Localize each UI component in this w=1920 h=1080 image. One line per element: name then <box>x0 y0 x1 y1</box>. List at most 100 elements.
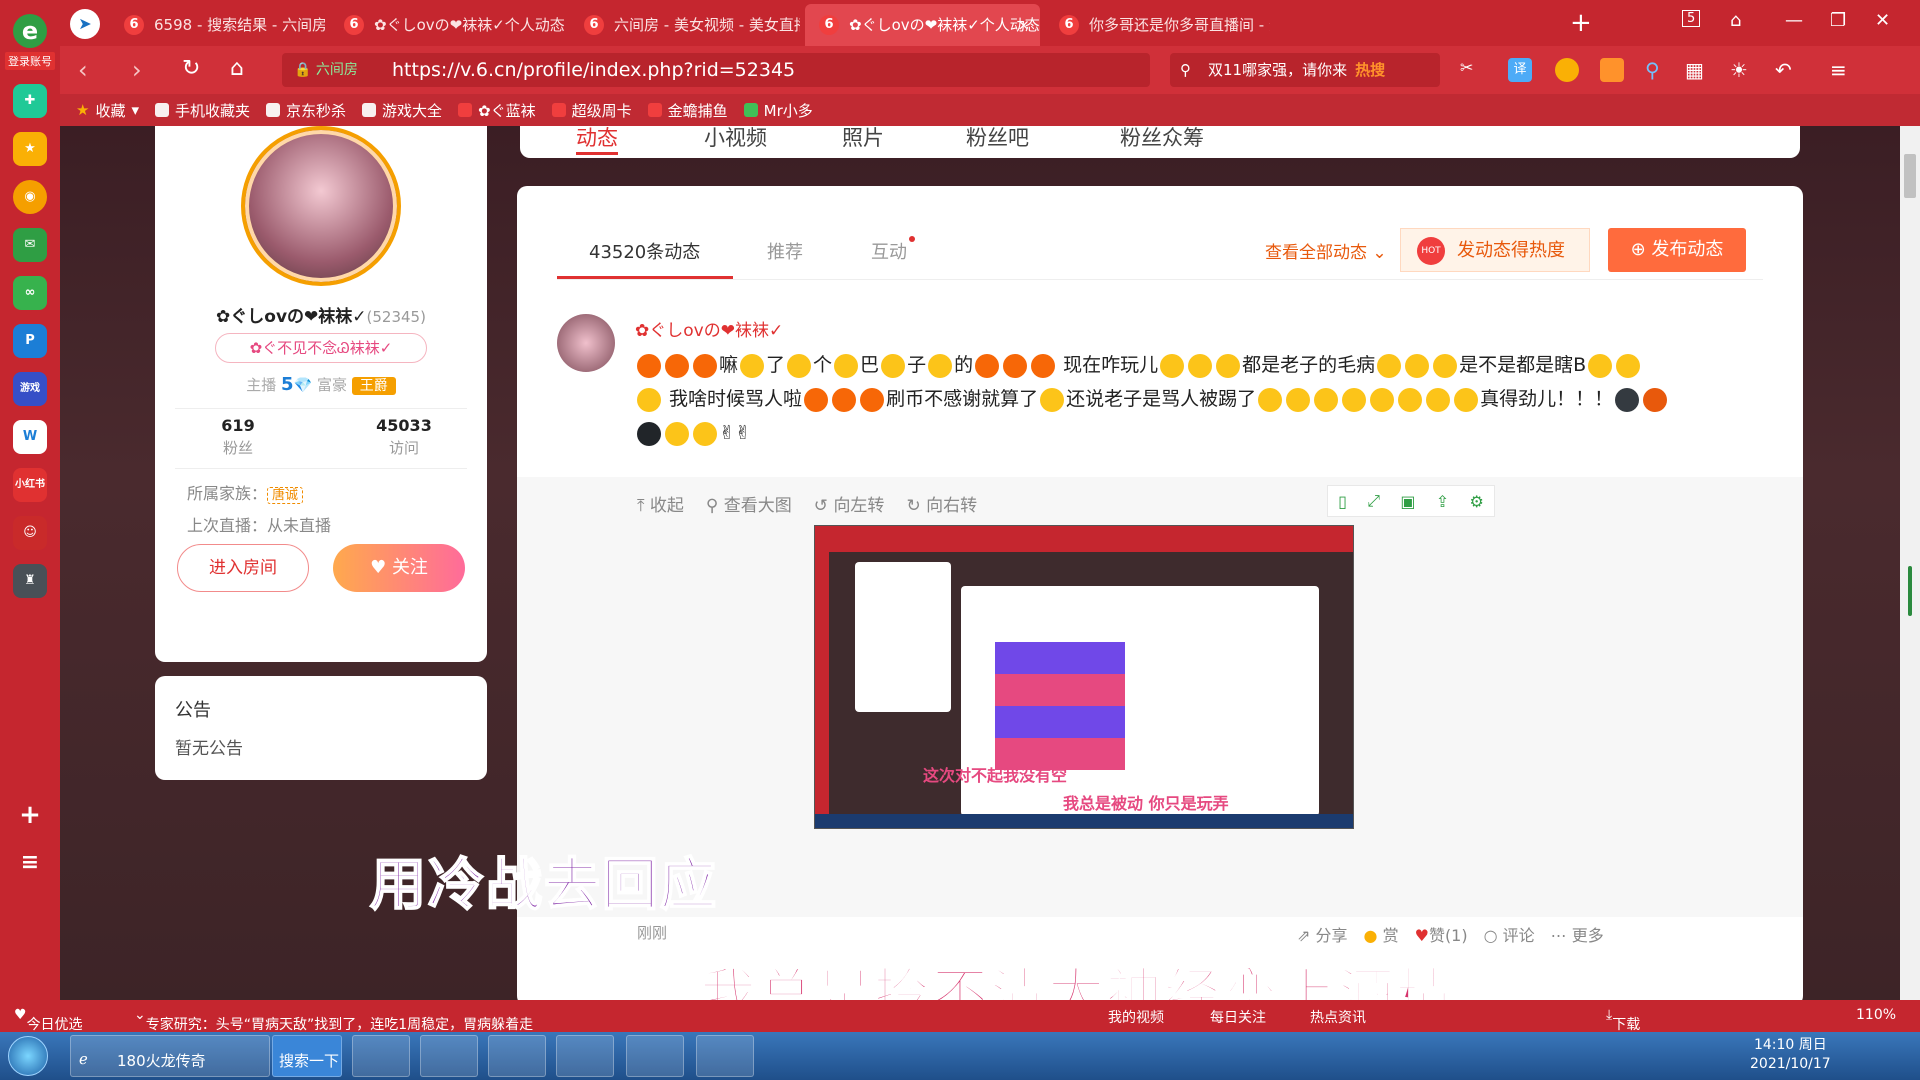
game-icon[interactable] <box>1600 58 1624 82</box>
nav-dynamic[interactable]: 动态 <box>576 126 618 155</box>
collapse-button[interactable]: ⤒ 收起 <box>637 491 684 516</box>
game-box-icon[interactable]: 游戏 <box>13 372 47 406</box>
bookmark-item[interactable]: 京东秒杀 <box>266 100 346 121</box>
nav-short-video[interactable]: 小视频 <box>704 126 767 152</box>
grid-icon[interactable]: ▦ <box>1685 58 1709 82</box>
view-all-dropdown[interactable]: 查看全部动态 ⌄ <box>1265 238 1387 263</box>
xiaohongshu-icon[interactable]: 小红书 <box>13 468 47 502</box>
nav-fan-crowdfunding[interactable]: 粉丝众筹 <box>1120 126 1204 152</box>
comment-button[interactable]: ○ 评论 <box>1484 922 1535 946</box>
hot-news-link[interactable]: 热点资讯 <box>1310 1007 1366 1027</box>
reward-button[interactable]: ● 赏 <box>1364 922 1399 946</box>
back-icon[interactable]: ‹ <box>78 56 88 84</box>
scrollbar-thumb[interactable] <box>1904 154 1916 198</box>
tab-live-room[interactable]: 6 你多哥还是你多哥直播间 - 影 <box>1045 4 1270 46</box>
plus-sidebar-icon[interactable]: ✚ <box>13 84 47 118</box>
close-window-icon[interactable]: ✕ <box>1875 10 1890 31</box>
tab-profile-active[interactable]: 6 ✿ぐしovの❤袜袜✓个人动态 - × <box>805 4 1040 46</box>
bookmark-favorites[interactable]: ★ 收藏 ▾ <box>76 100 139 121</box>
daily-follow-link[interactable]: 每日关注 <box>1210 1007 1266 1027</box>
follow-button[interactable]: ♥ 关注 <box>333 544 465 592</box>
bookmark-item[interactable]: 游戏大全 <box>362 100 442 121</box>
coin-icon[interactable] <box>1555 58 1579 82</box>
vertical-scrollbar[interactable] <box>1900 126 1920 1000</box>
word-icon[interactable]: W <box>13 420 47 454</box>
fullscreen-icon[interactable]: ⤢ <box>1367 491 1380 511</box>
view-large-button[interactable]: ⚲ 查看大图 <box>706 491 792 516</box>
add-icon[interactable]: + <box>13 798 47 832</box>
save-icon[interactable]: ▣ <box>1400 492 1415 511</box>
today-picks[interactable]: ♥ 今日优选 <box>14 1007 83 1033</box>
tab-interaction[interactable]: 互动 <box>871 238 907 264</box>
bookmark-item[interactable]: Mr小多 <box>743 100 813 121</box>
taskbar-app-game[interactable]: ℯ 180火龙传奇 <box>70 1035 270 1077</box>
navigation-compass-icon[interactable]: ➤ <box>70 9 100 39</box>
star-sidebar-icon[interactable]: ★ <box>13 132 47 166</box>
tab-search-results[interactable]: 6 6598 - 搜索结果 - 六间房秀 <box>110 4 325 46</box>
taskbar-ie-icon[interactable] <box>420 1035 478 1077</box>
search-input[interactable]: ⚲ 双11哪家强，请你来 热搜 <box>1170 53 1440 87</box>
enter-room-button[interactable]: 进入房间 <box>177 544 309 592</box>
restore-icon[interactable]: ❐ <box>1830 10 1846 31</box>
find-icon[interactable]: ⚲ <box>1645 58 1669 82</box>
taskbar-k-icon[interactable] <box>352 1035 410 1077</box>
tab-six-rooms[interactable]: 6 六间房 - 美女视频 - 美女直播 <box>570 4 800 46</box>
tab-recommended[interactable]: 推荐 <box>767 238 803 264</box>
more-button[interactable]: ⋯ 更多 <box>1551 922 1604 946</box>
bookmark-icon[interactable]: ▯ <box>1338 492 1347 511</box>
pdf-icon[interactable]: P <box>13 324 47 358</box>
taskbar-folder-icon[interactable] <box>488 1035 546 1077</box>
weibo-icon[interactable]: ◉ <box>13 180 47 214</box>
link-icon[interactable]: ∞ <box>13 276 47 310</box>
forward-icon[interactable]: › <box>132 56 142 84</box>
taskbar-avatar-icon[interactable] <box>696 1035 754 1077</box>
refresh-icon[interactable]: ↻ <box>182 56 200 81</box>
family-badge[interactable]: 唐诚 <box>267 487 304 504</box>
taskbar-browser-icon[interactable] <box>556 1035 614 1077</box>
bookmark-item[interactable]: 超级周卡 <box>551 100 632 121</box>
scissors-icon[interactable]: ✂ <box>1460 58 1484 82</box>
share-icon[interactable]: ⇪ <box>1436 492 1449 511</box>
system-clock[interactable]: 14:10 周日 2021/10/17 <box>1750 1036 1831 1074</box>
menu-icon[interactable]: ≡ <box>1830 58 1854 82</box>
shirt-skin-icon[interactable]: ⌂ <box>1730 10 1741 31</box>
publish-button[interactable]: ⊕ 发布动态 <box>1608 228 1746 272</box>
game-character-icon[interactable]: ☺ <box>13 516 47 550</box>
post-author[interactable]: ✿ぐしovの❤袜袜✓ <box>635 316 783 341</box>
post-avatar[interactable] <box>557 314 615 372</box>
zoom-level[interactable]: 110% <box>1856 1007 1896 1023</box>
brightness-icon[interactable]: ☀ <box>1730 58 1754 82</box>
news-ticker[interactable]: ⌄ 专家研究：头号“胃病天敌”找到了，连吃1周稳定，胃病躲着走 <box>134 1007 533 1033</box>
downloads-link[interactable]: ⤓ 下载 <box>1606 1007 1640 1033</box>
nav-fan-forum[interactable]: 粉丝吧 <box>966 126 1029 152</box>
avatar[interactable] <box>241 126 401 286</box>
hot-post-button[interactable]: HOT 发动态得热度 <box>1400 228 1590 272</box>
start-button[interactable] <box>8 1036 48 1076</box>
new-tab-button[interactable]: + <box>1570 8 1592 38</box>
translate-icon[interactable]: 译 <box>1508 58 1532 82</box>
settings-gear-icon[interactable]: ⚙ <box>1469 492 1483 511</box>
home-icon[interactable]: ⌂ <box>230 56 244 81</box>
game-castle-icon[interactable]: ♜ <box>13 564 47 598</box>
tab-profile-1[interactable]: 6 ✿ぐしovの❤袜袜✓个人动态 - <box>330 4 565 46</box>
taskbar-search-button[interactable]: 搜索一下 <box>272 1035 342 1077</box>
taskbar-chrome-icon[interactable] <box>626 1035 684 1077</box>
rotate-right-button[interactable]: ↻ 向右转 <box>906 491 977 516</box>
like-button[interactable]: ♥赞(1) <box>1415 922 1468 946</box>
url-field[interactable]: 🔒 六间房 https://v.6.cn/profile/index.php?r… <box>282 53 1150 87</box>
tab-all-posts[interactable]: 43520条动态 <box>589 238 700 264</box>
share-button[interactable]: ⇗ 分享 <box>1297 922 1348 946</box>
tab-count-badge[interactable]: 5 <box>1682 10 1701 27</box>
bookmark-item[interactable]: ✿ぐ蓝袜 <box>458 100 536 121</box>
mail-icon[interactable]: ✉ <box>13 228 47 262</box>
fans-stat[interactable]: 619 粉丝 <box>155 416 321 458</box>
undo-icon[interactable]: ↶ <box>1775 58 1799 82</box>
nav-photos[interactable]: 照片 <box>842 126 884 152</box>
embedded-screenshot[interactable]: 这次对不起我没有空 我总是被动 你只是玩弄 <box>814 525 1354 829</box>
bookmark-item[interactable]: 手机收藏夹 <box>155 100 250 121</box>
bookmark-item[interactable]: 金蟾捕鱼 <box>647 100 728 121</box>
list-icon[interactable]: ≡ <box>13 846 47 880</box>
close-tab-icon[interactable]: × <box>1017 4 1030 46</box>
rotate-left-button[interactable]: ↺ 向左转 <box>814 491 885 516</box>
login-account-button[interactable]: 登录账号 <box>5 52 55 70</box>
